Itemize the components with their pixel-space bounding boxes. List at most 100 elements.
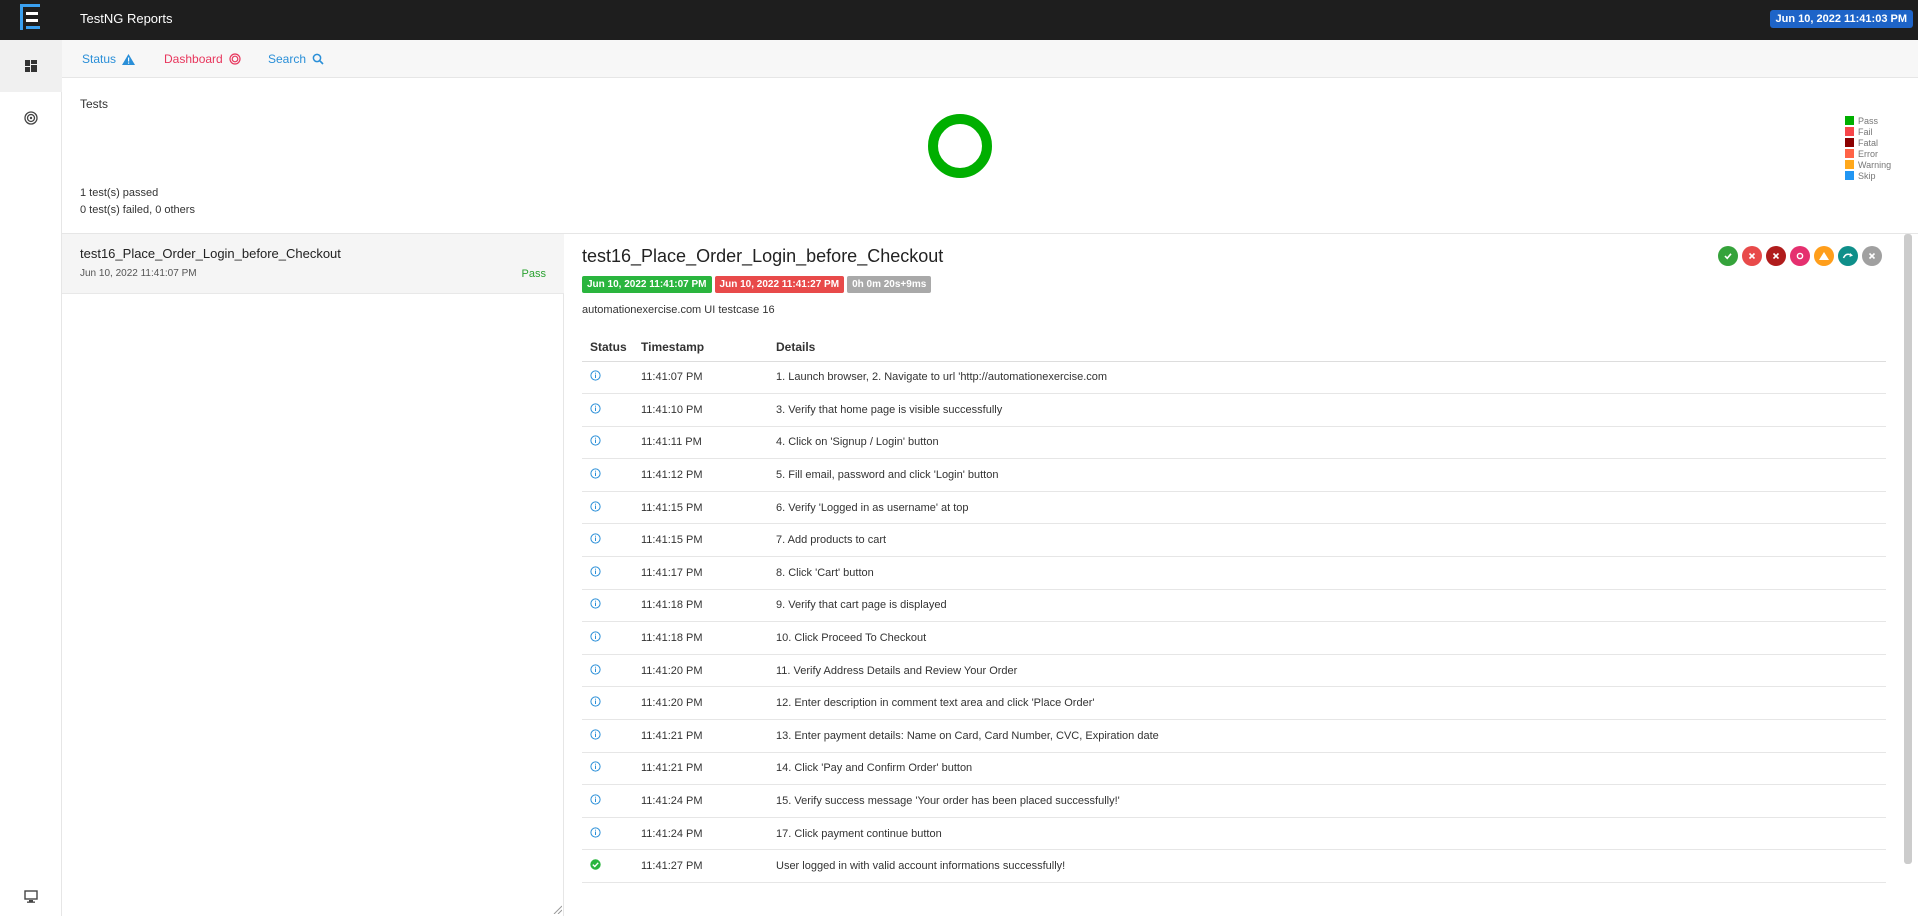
tab-status[interactable]: Status <box>82 52 136 66</box>
log-status <box>582 784 641 818</box>
nav-dashboard-view[interactable] <box>0 92 62 144</box>
resize-handle-icon[interactable] <box>552 904 562 914</box>
log-status <box>582 458 641 492</box>
tab-search-label: Search <box>268 52 307 66</box>
log-details: 13. Enter payment details: Name on Card,… <box>776 719 1886 753</box>
filter-skip-icon[interactable] <box>1838 246 1858 266</box>
sub-nav: Status Dashboard Search <box>62 40 1918 78</box>
log-timestamp: 11:41:07 PM <box>641 361 776 395</box>
log-timestamp: 11:41:15 PM <box>641 491 776 525</box>
log-timestamp: 11:41:21 PM <box>641 752 776 786</box>
info-icon <box>590 403 601 414</box>
log-details: User logged in with valid account inform… <box>776 849 1886 883</box>
side-nav <box>0 40 62 916</box>
legend-swatch-pass <box>1845 116 1854 125</box>
info-icon <box>590 435 601 447</box>
legend-label-fail: Fail <box>1858 126 1873 137</box>
donut-pass-segment <box>928 114 992 178</box>
tab-search[interactable]: Search <box>268 52 324 66</box>
info-icon <box>590 729 601 740</box>
monitor-icon <box>24 889 38 903</box>
summary-title: Tests <box>80 97 109 111</box>
dashboard-icon <box>24 111 38 125</box>
filter-fail-icon[interactable] <box>1742 246 1762 266</box>
log-status <box>582 426 641 460</box>
log-timestamp: 11:41:12 PM <box>641 458 776 492</box>
log-row: 11:41:15 PM 7. Add products to cart <box>582 523 1886 558</box>
log-status <box>582 752 641 786</box>
log-row: 11:41:21 PM 13. Enter payment details: Na… <box>582 719 1886 753</box>
log-details: 3. Verify that home page is visible succ… <box>776 393 1886 427</box>
log-table-header: Status Timestamp Details <box>582 334 1886 362</box>
log-details: 12. Enter description in comment text ar… <box>776 686 1886 721</box>
legend-label-fatal: Fatal <box>1858 137 1879 148</box>
legend-item-fatal: Fatal <box>1845 137 1891 148</box>
log-timestamp: 11:41:15 PM <box>641 523 776 558</box>
info-icon <box>590 696 601 707</box>
log-timestamp: 11:41:11 PM <box>641 426 776 460</box>
test-log-table: Status Timestamp Details 11:41:07 PM 1. L… <box>582 334 1886 883</box>
filter-clear-icon[interactable] <box>1862 246 1882 266</box>
log-details: 11. Verify Address Details and Review Yo… <box>776 654 1886 688</box>
test-list-item[interactable]: test16_Place_Order_Login_before_Checkout… <box>62 234 564 294</box>
log-details: 15. Verify success message 'Your order h… <box>776 784 1886 818</box>
log-timestamp: 11:41:20 PM <box>641 654 776 688</box>
log-timestamp: 11:41:21 PM <box>641 719 776 753</box>
filter-error-icon[interactable] <box>1790 246 1810 266</box>
log-details: 6. Verify 'Logged in as username' at top <box>776 491 1886 525</box>
log-timestamp: 11:41:20 PM <box>641 686 776 721</box>
log-details: 5. Fill email, password and click 'Login… <box>776 458 1886 492</box>
grid-icon <box>25 60 37 72</box>
log-row: 11:41:07 PM 1. Launch browser, 2. Navigat… <box>582 361 1886 395</box>
detail-scrollbar[interactable] <box>1904 234 1912 864</box>
log-row: 11:41:20 PM 12. Enter description in comm… <box>582 686 1886 721</box>
log-status <box>582 491 641 525</box>
log-row: 11:41:24 PM 17. Click payment continue bu… <box>582 817 1886 851</box>
app-logo[interactable] <box>20 4 42 30</box>
test-name: test16_Place_Order_Login_before_Checkout <box>80 246 341 261</box>
end-time-badge: Jun 10, 2022 11:41:27 PM <box>714 276 845 293</box>
log-details: 10. Click Proceed To Checkout <box>776 621 1886 655</box>
log-timestamp: 11:41:24 PM <box>641 784 776 818</box>
chart-legend: Pass Fail Fatal Error Warning Skip <box>1845 115 1891 181</box>
nav-tests-view[interactable] <box>0 40 62 92</box>
log-status <box>582 556 641 590</box>
col-details: Details <box>776 334 1886 362</box>
log-timestamp: 11:41:27 PM <box>641 849 776 883</box>
log-timestamp: 11:41:18 PM <box>641 621 776 655</box>
legend-label-error: Error <box>1858 148 1878 159</box>
test-list: test16_Place_Order_Login_before_Checkout… <box>62 234 564 916</box>
log-status <box>582 654 641 688</box>
info-icon <box>590 664 601 675</box>
info-icon <box>590 631 601 642</box>
log-status <box>582 686 641 721</box>
app-title: TestNG Reports <box>80 11 173 26</box>
log-details: 8. Click 'Cart' button <box>776 556 1886 590</box>
filter-pass-icon[interactable] <box>1718 246 1738 266</box>
legend-item-skip: Skip <box>1845 170 1891 181</box>
log-details: 14. Click 'Pay and Confirm Order' button <box>776 752 1886 786</box>
tests-donut-chart <box>928 114 992 178</box>
test-status: Pass <box>521 268 546 280</box>
log-row: 11:41:27 PM User logged in with valid acc… <box>582 849 1886 883</box>
filter-warning-icon[interactable] <box>1814 246 1834 266</box>
log-status <box>582 849 641 883</box>
log-timestamp: 11:41:24 PM <box>641 817 776 851</box>
pass-check-icon <box>590 859 601 870</box>
log-timestamp: 11:41:18 PM <box>641 589 776 623</box>
log-row: 11:41:20 PM 11. Verify Address Details an… <box>582 654 1886 688</box>
log-status <box>582 393 641 427</box>
log-status <box>582 817 641 851</box>
tests-passed-count: 1 test(s) passed <box>80 187 159 199</box>
filter-fatal-icon[interactable] <box>1766 246 1786 266</box>
legend-item-fail: Fail <box>1845 126 1891 137</box>
nav-environment[interactable] <box>0 876 62 916</box>
legend-swatch-error <box>1845 149 1854 158</box>
tab-dashboard[interactable]: Dashboard <box>164 52 241 66</box>
log-row: 11:41:24 PM 15. Verify success message 'Y… <box>582 784 1886 818</box>
legend-label-skip: Skip <box>1858 170 1876 181</box>
log-timestamp: 11:41:10 PM <box>641 393 776 427</box>
col-status: Status <box>582 334 641 362</box>
legend-item-warning: Warning <box>1845 159 1891 170</box>
legend-label-warning: Warning <box>1858 159 1892 170</box>
